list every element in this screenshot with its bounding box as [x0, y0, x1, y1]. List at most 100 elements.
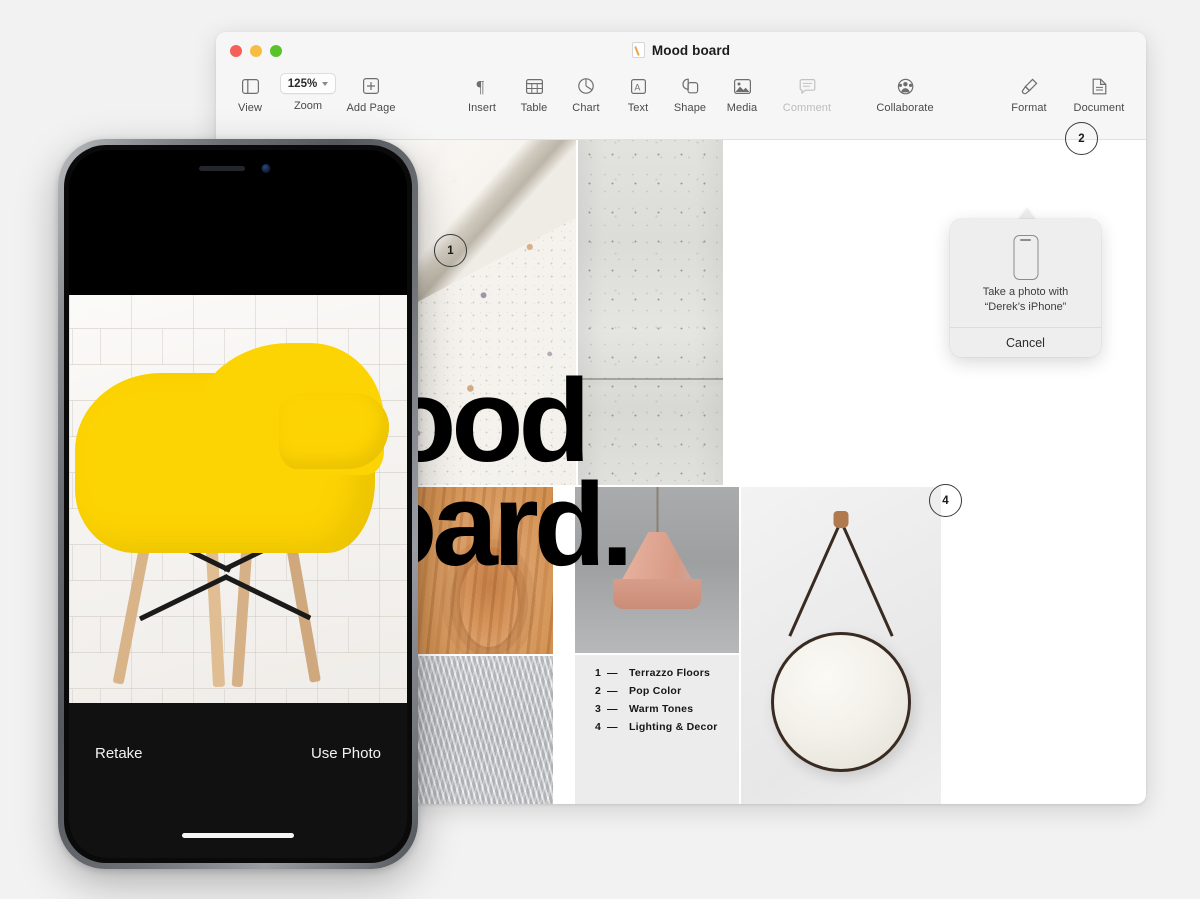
zoom-value: 125%	[287, 77, 318, 90]
legend-number: 4	[595, 721, 602, 733]
toolbar-group-right: Format Document	[998, 69, 1138, 114]
toolbar-group-collaborate: Collaborate	[861, 69, 949, 114]
legend-dash: —	[607, 703, 618, 715]
home-indicator[interactable]	[182, 833, 294, 838]
camera-controls-bar: Retake Use Photo	[69, 703, 407, 858]
iphone-bezel: Retake Use Photo	[64, 145, 412, 863]
collaborate-person-icon	[896, 74, 915, 98]
toolbar-text-label: Text	[627, 102, 649, 114]
toolbar-shape-label: Shape	[673, 102, 707, 114]
toolbar-chart-button[interactable]: Chart	[560, 69, 612, 114]
lamp-shade-base	[613, 579, 701, 609]
toolbar-format-label: Format	[1011, 102, 1047, 114]
chevron-down-icon	[322, 81, 329, 86]
toolbar-media-button[interactable]: Media	[716, 69, 768, 114]
sidebar-icon	[241, 74, 259, 98]
legend-list: 1 — Terrazzo Floors 2 — Pop Color 3 — Wa…	[595, 668, 718, 740]
legend-label: Lighting & Decor	[629, 721, 718, 733]
toolbar-chart-label: Chart	[572, 102, 600, 114]
callout-marker-4[interactable]: 4	[929, 484, 962, 517]
popover-message: Take a photo with “Derek’s iPhone”	[950, 285, 1101, 315]
legend-dash: —	[607, 721, 618, 733]
callout-marker-1[interactable]: 1	[434, 234, 467, 267]
window-titlebar: Mood board	[216, 32, 1146, 69]
mood-image-round-mirror[interactable]	[741, 487, 941, 804]
text-box-icon: A	[630, 74, 646, 98]
lamp-cord	[656, 487, 658, 535]
toolbar-group-left: View 125% Zoom Add Page	[224, 69, 402, 114]
legend-label: Terrazzo Floors	[629, 667, 711, 679]
window-title: Mood board	[651, 42, 731, 58]
toolbar-zoom-control[interactable]: 125% Zoom	[276, 69, 340, 112]
mood-image-pendant-lamp[interactable]	[575, 487, 739, 653]
toolbar-table-label: Table	[520, 102, 548, 114]
toolbar-table-button[interactable]: Table	[508, 69, 560, 114]
add-page-icon	[363, 74, 379, 98]
legend-dash: —	[607, 685, 618, 697]
iphone-icon	[1013, 235, 1038, 280]
document-page-icon	[1092, 74, 1107, 98]
continuity-camera-popover: Take a photo with “Derek’s iPhone” Cance…	[950, 219, 1101, 357]
document-icon	[631, 42, 645, 58]
toolbar-collaborate-label: Collaborate	[876, 102, 934, 114]
toolbar-view-button[interactable]: View	[224, 69, 276, 114]
toolbar-document-button[interactable]: Document	[1060, 69, 1138, 114]
pilcrow-icon: ¶	[475, 74, 490, 98]
svg-text:¶: ¶	[476, 78, 484, 95]
chart-pie-icon	[578, 74, 594, 98]
iphone-screen[interactable]: Retake Use Photo	[69, 150, 407, 858]
mirror-glass	[771, 632, 911, 772]
toolbar-add-page-button[interactable]: Add Page	[340, 69, 402, 114]
window-title-group: Mood board	[216, 42, 1146, 58]
toolbar-media-label: Media	[726, 102, 758, 114]
cancel-button[interactable]: Cancel	[950, 328, 1101, 357]
toolbar: View 125% Zoom Add Page ¶ Insert Table C…	[216, 69, 1146, 140]
legend-number: 3	[595, 703, 602, 715]
toolbar-comment-button[interactable]: Comment	[768, 69, 846, 114]
retake-button[interactable]: Retake	[95, 745, 143, 762]
toolbar-view-label: View	[237, 102, 263, 114]
callout-marker-2[interactable]: 2	[1065, 122, 1098, 155]
table-icon	[525, 74, 543, 98]
list-item: 1 — Terrazzo Floors	[595, 668, 718, 679]
toolbar-text-button[interactable]: A Text	[612, 69, 664, 114]
zoom-select[interactable]: 125%	[279, 73, 337, 94]
mood-image-fur-rug[interactable]	[403, 656, 553, 804]
toolbar-add-page-label: Add Page	[346, 102, 396, 114]
list-item: 2 — Pop Color	[595, 686, 718, 697]
list-item: 4 — Lighting & Decor	[595, 722, 718, 733]
mood-image-concrete[interactable]	[578, 140, 723, 485]
camera-photo-preview	[69, 295, 407, 725]
legend-dash: —	[607, 667, 618, 679]
legend-number: 1	[595, 667, 602, 679]
toolbar-zoom-label: Zoom	[293, 100, 323, 112]
earpiece-speaker-icon	[199, 166, 245, 171]
toolbar-document-label: Document	[1073, 102, 1125, 114]
legend-number: 2	[595, 685, 602, 697]
toolbar-collaborate-button[interactable]: Collaborate	[861, 69, 949, 114]
legend-label: Pop Color	[629, 685, 682, 697]
desktop-background: Mood board View 125% Zoom Add Page ¶ Ins…	[0, 0, 1200, 899]
toolbar-group-center: ¶ Insert Table Chart A Text Shape Media …	[456, 69, 846, 115]
shape-icon	[681, 74, 699, 98]
toolbar-insert-button[interactable]: ¶ Insert	[456, 69, 508, 115]
front-camera-icon	[261, 164, 271, 173]
popover-message-line-1: Take a photo with	[982, 286, 1069, 298]
iphone-device: Retake Use Photo	[58, 139, 418, 869]
use-photo-button[interactable]: Use Photo	[311, 745, 381, 762]
chair-armrest	[279, 393, 389, 469]
mirror-strap-left	[839, 520, 894, 637]
toolbar-format-button[interactable]: Format	[998, 69, 1060, 114]
mirror-peg	[833, 511, 849, 528]
legend-label: Warm Tones	[629, 703, 694, 715]
mood-image-wood-grain[interactable]	[403, 487, 553, 654]
list-item: 3 — Warm Tones	[595, 704, 718, 715]
comment-bubble-icon	[799, 74, 816, 98]
mirror-strap-right	[788, 520, 843, 637]
toolbar-insert-label: Insert	[467, 102, 497, 114]
media-image-icon	[733, 74, 751, 98]
popover-message-line-2: “Derek’s iPhone”	[984, 300, 1067, 313]
svg-text:A: A	[634, 82, 640, 92]
toolbar-shape-button[interactable]: Shape	[664, 69, 716, 114]
paintbrush-icon	[1021, 74, 1038, 98]
